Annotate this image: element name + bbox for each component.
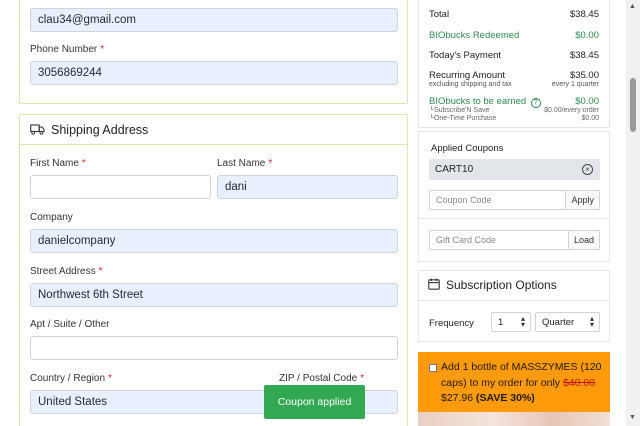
coupon-code-input[interactable]: Coupon Code [430, 191, 565, 209]
applied-coupon-pill: CART10 × [429, 159, 600, 180]
load-gift-card-button[interactable]: Load [567, 231, 599, 249]
summary-recurring: Recurring Amount $35.00 [429, 70, 599, 81]
shipping-header: Shipping Address [20, 115, 407, 145]
old-price: $40.00 [562, 376, 596, 389]
subscription-title: Subscription Options [446, 278, 557, 292]
last-name-label: Last Name * [217, 158, 273, 169]
scroll-thumb[interactable] [630, 78, 636, 132]
summary-total: Total $38.45 [429, 9, 599, 20]
remove-coupon-icon[interactable]: × [582, 164, 593, 175]
apt-label: Apt / Suite / Other [30, 319, 110, 330]
apt-field[interactable] [30, 336, 398, 360]
street-value: Northwest 6th Street [38, 289, 143, 301]
street-field[interactable]: Northwest 6th Street [30, 283, 398, 307]
new-price: $27.96 [441, 392, 477, 404]
applied-coupon-code: CART10 [435, 164, 474, 175]
upsell-text: Add 1 bottle of MASSZYMES (120 caps) to … [441, 361, 602, 404]
quantity-select[interactable]: 1 ▴ ▾ [491, 312, 531, 332]
scroll-up-icon[interactable]: ▲ [629, 3, 636, 10]
summary-subscribe: └Subscribe'N Save $0.00/every order [429, 107, 599, 114]
scroll-down-icon[interactable]: ▼ [629, 414, 636, 421]
coupon-divider [418, 218, 610, 219]
country-label: Country / Region * [30, 373, 112, 384]
company-field[interactable]: danielcompany [30, 229, 398, 253]
truck-icon [30, 124, 45, 135]
period-select[interactable]: Quarter ▴ ▾ [535, 312, 600, 332]
summary-today: Today's Payment $38.45 [429, 50, 599, 61]
select-caret-icon: ▴ ▾ [589, 314, 594, 329]
save-badge: (SAVE 30%) [476, 392, 535, 404]
gift-card-input[interactable]: Gift Card Code [430, 231, 568, 249]
summary-onetime: └One-Time Purchase $0.00 [429, 115, 599, 122]
first-name-label: First Name * [30, 158, 86, 169]
checkout-page: { "contact": { "email_value": "clau34@gm… [0, 0, 640, 426]
period-value: Quarter [542, 316, 575, 328]
company-label: Company [30, 212, 73, 223]
coupon-applied-toast: Coupon applied [264, 385, 365, 419]
product-photo [418, 412, 610, 426]
phone-value: 3056869244 [38, 67, 102, 79]
email-field[interactable]: clau34@gmail.com [30, 8, 398, 32]
zip-label: ZIP / Postal Code * [279, 373, 365, 384]
last-name-value: dani [225, 181, 247, 193]
apply-coupon-button[interactable]: Apply [565, 191, 599, 209]
summary-recurring-note: excluding shipping and tax every 1 quarte… [429, 81, 599, 88]
company-value: danielcompany [38, 235, 116, 247]
page-scrollbar[interactable] [626, 0, 640, 426]
summary-redeemed: BIObucks Redeemed $0.00 [429, 30, 599, 41]
frequency-label: Frequency [429, 318, 474, 329]
subscription-divider [418, 300, 610, 301]
last-name-field[interactable]: dani [217, 175, 398, 199]
upsell-checkbox[interactable] [429, 364, 437, 372]
phone-field[interactable]: 3056869244 [30, 61, 398, 85]
first-name-field[interactable] [30, 175, 211, 199]
email-value: clau34@gmail.com [38, 14, 136, 26]
applied-coupons-title: Applied Coupons [431, 143, 504, 154]
country-value: United States [38, 396, 108, 408]
country-select[interactable]: United States [30, 390, 268, 414]
select-caret-icon: ▴ ▾ [520, 314, 525, 329]
calendar-icon [428, 278, 440, 290]
phone-label: Phone Number * [30, 44, 105, 55]
street-label: Street Address * [30, 266, 103, 277]
coupon-input-group: Coupon Code Apply [429, 190, 600, 210]
gift-card-input-group: Gift Card Code Load [429, 230, 600, 250]
quantity-value: 1 [498, 316, 504, 328]
shipping-title: Shipping Address [51, 122, 149, 137]
